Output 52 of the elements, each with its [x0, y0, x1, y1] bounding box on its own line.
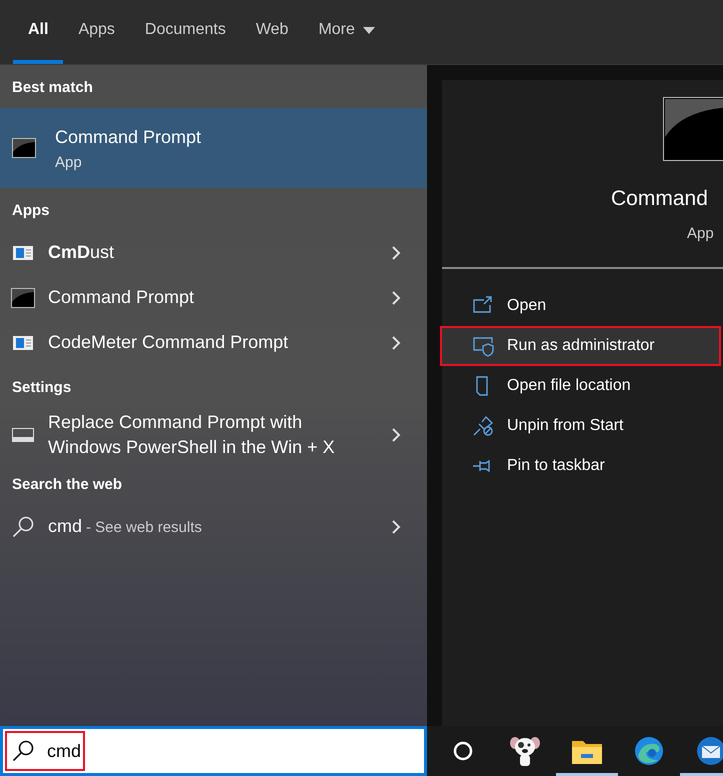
best-match-item[interactable]: Command Prompt App — [0, 108, 427, 188]
filter-tab[interactable]: Web — [240, 0, 304, 64]
search-query: cmd — [48, 515, 82, 538]
action-item[interactable]: Unpin from Start — [440, 406, 721, 446]
section-heading: Search the web — [11, 474, 124, 494]
action-item[interactable]: Pin to taskbar — [440, 446, 721, 486]
result-item[interactable]: Command Prompt — [0, 275, 427, 320]
item-title: Command Prompt — [55, 126, 202, 148]
search-icon — [12, 740, 34, 762]
result-item[interactable]: Replace Command Prompt with Windows PowerShell in the Win + X — [0, 408, 427, 462]
filter-tab[interactable]: More — [303, 0, 390, 64]
item-title: Replace Command Prompt with Windows PowerShell in the Win + X — [48, 410, 336, 458]
result-item[interactable]: cmd - See web results — [0, 504, 427, 549]
folder-icon[interactable] — [572, 738, 602, 764]
action-item[interactable]: Run as administrator — [440, 326, 721, 366]
section-heading: Best match — [11, 78, 94, 98]
filter-tab[interactable]: Documents — [130, 0, 241, 64]
action-item[interactable]: Open file location — [440, 366, 721, 406]
item-title: Command Prompt — [48, 286, 194, 309]
app-window-icon — [13, 336, 33, 350]
chevron-right-icon — [391, 518, 401, 534]
section-heading: Apps — [11, 200, 50, 220]
cartoon-dog-icon[interactable] — [510, 735, 540, 767]
caret-down-icon — [362, 26, 375, 34]
item-title: CodeMeter Command Prompt — [48, 331, 288, 354]
item-title: CmDust — [48, 241, 114, 264]
chevron-right-icon — [391, 426, 401, 442]
result-item[interactable]: CodeMeter Command Prompt — [0, 320, 427, 365]
search-box[interactable]: cmd — [0, 726, 427, 776]
console-window-icon — [663, 97, 723, 161]
item-subtitle: App — [55, 154, 83, 174]
shield-icon — [472, 335, 494, 357]
search-input[interactable]: cmd — [5, 731, 86, 771]
app-type: App — [687, 224, 715, 244]
filter-tab[interactable]: Apps — [63, 0, 130, 64]
chevron-right-icon — [391, 290, 401, 306]
chevron-right-icon — [391, 244, 401, 260]
chevron-right-icon — [391, 334, 401, 350]
web-results-hint: - See web results — [86, 518, 202, 538]
console-window-icon — [11, 288, 35, 308]
app-title: Command — [611, 186, 709, 212]
action-item[interactable]: Open — [440, 286, 721, 326]
section-heading: Settings — [11, 378, 72, 398]
app-window-icon — [13, 246, 33, 260]
result-item[interactable]: CmDust — [0, 230, 427, 275]
browser-swirl-icon[interactable] — [634, 736, 664, 766]
search-icon — [12, 516, 34, 538]
console-window-icon — [12, 138, 36, 158]
mail-app-icon[interactable] — [696, 736, 723, 766]
unpin-icon — [472, 415, 494, 437]
display-icon — [12, 428, 34, 442]
circle-icon[interactable] — [453, 741, 473, 761]
